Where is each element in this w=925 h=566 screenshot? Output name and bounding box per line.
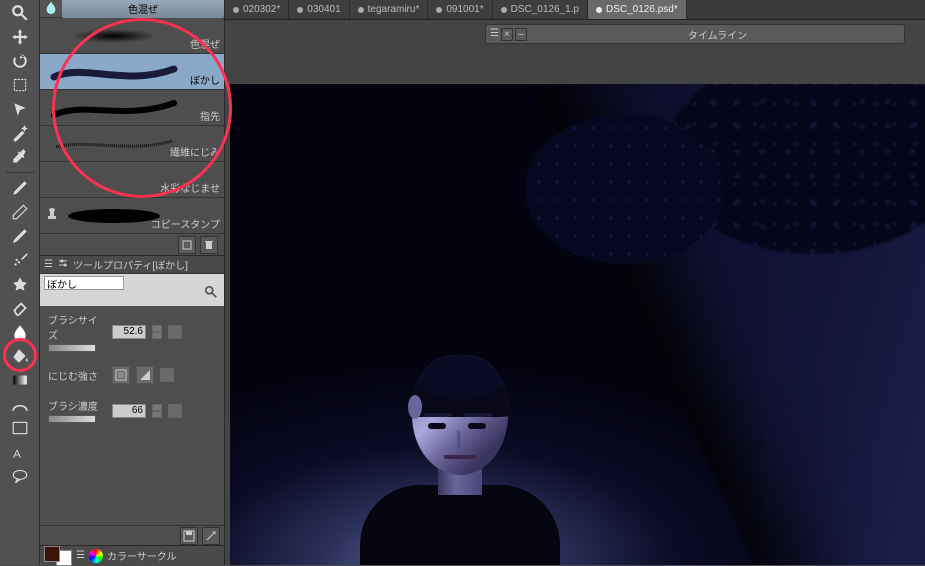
- main-toolbar: A: [0, 0, 40, 565]
- blur-option-1-icon[interactable]: [112, 366, 130, 384]
- pen-tool-icon[interactable]: [6, 177, 34, 199]
- brush-label: 指先: [200, 108, 220, 123]
- blur-strength-row: にじむ強さ: [48, 366, 216, 384]
- brush-density-stepper[interactable]: [152, 404, 162, 418]
- save-preset-button[interactable]: [180, 527, 198, 545]
- brush-density-label: ブラシ濃度: [48, 398, 106, 413]
- wand-tool-icon[interactable]: [6, 122, 34, 144]
- brush-list: 色混ぜ ぼかし 指先 繊維にじみ 水彩なじませ コピースタンプ: [40, 18, 224, 234]
- color-wheel-icon: [89, 549, 103, 563]
- stamp-icon: [44, 206, 60, 225]
- brush-density-link-icon[interactable]: [168, 404, 182, 418]
- text-tool-icon[interactable]: A: [6, 441, 34, 463]
- brush-finger[interactable]: 指先: [40, 90, 224, 126]
- brush-size-link-icon[interactable]: [168, 325, 182, 339]
- rotate-tool-icon[interactable]: [6, 50, 34, 72]
- brush-label: ぼかし: [190, 72, 220, 87]
- brush-size-row: ブラシサイズ 52.6: [48, 312, 216, 352]
- brush-blur[interactable]: ぼかし: [40, 54, 224, 90]
- eyedropper-tool-icon[interactable]: [6, 146, 34, 168]
- brush-label: コピースタンプ: [151, 216, 220, 231]
- settings-button[interactable]: [202, 527, 220, 545]
- blur-option-2-icon[interactable]: [136, 366, 154, 384]
- brush-watercolor-blend[interactable]: 水彩なじませ: [40, 162, 224, 198]
- brush-tool-icon[interactable]: [6, 225, 34, 247]
- brush-size-value[interactable]: 52.6: [112, 325, 146, 339]
- canvas[interactable]: [230, 84, 925, 565]
- close-icon[interactable]: ×: [501, 28, 513, 41]
- main-area: 020302* 030401 tegaramiru* 091001* DSC_0…: [225, 0, 925, 565]
- tab-tegaramiru[interactable]: tegaramiru*: [350, 0, 429, 19]
- tool-property-footer: [40, 525, 224, 545]
- timeline-panel-header[interactable]: ☰ × – タイムライン: [485, 24, 905, 44]
- tab-091001[interactable]: 091001*: [428, 0, 492, 19]
- document-tabs: 020302* 030401 tegaramiru* 091001* DSC_0…: [225, 0, 925, 20]
- search-icon[interactable]: [204, 285, 218, 302]
- canvas-image: [230, 84, 925, 565]
- balloon-tool-icon[interactable]: [6, 465, 34, 487]
- tool-property-name-input[interactable]: [44, 276, 124, 290]
- menu-icon[interactable]: ☰: [490, 28, 499, 41]
- blend-tool-icon[interactable]: [6, 321, 34, 343]
- brush-label: 水彩なじませ: [160, 180, 220, 195]
- brush-label: 繊維にじみ: [170, 144, 220, 159]
- tab-030401[interactable]: 030401: [289, 0, 349, 19]
- tab-dsc0126-psd[interactable]: DSC_0126.psd*: [588, 0, 687, 19]
- sub-panels: 色混ぜ 色混ぜ ぼかし 指先 繊維にじみ 水彩なじませ コピースタンプ: [40, 0, 225, 565]
- tool-property-title: ツールプロパティ[ぼかし]: [73, 257, 188, 272]
- fill-tool-icon[interactable]: [6, 345, 34, 367]
- blur-strength-label: にじむ強さ: [48, 368, 106, 383]
- eraser-tool-icon[interactable]: [6, 297, 34, 319]
- tool-property-body: ブラシサイズ 52.6 にじむ強さ ブラシ濃度 66: [40, 306, 224, 429]
- color-panel-title: カラーサークル: [107, 548, 177, 563]
- airbrush-tool-icon[interactable]: [6, 249, 34, 271]
- zoom-tool-icon[interactable]: [6, 2, 34, 24]
- decoration-tool-icon[interactable]: [6, 273, 34, 295]
- subtool-header: 色混ぜ: [40, 0, 224, 18]
- tab-020302[interactable]: 020302*: [225, 0, 289, 19]
- brush-label: 色混ぜ: [190, 36, 220, 51]
- minimize-icon[interactable]: –: [515, 28, 527, 41]
- brush-density-row: ブラシ濃度 66: [48, 398, 216, 423]
- lasso-tool-icon[interactable]: [6, 98, 34, 120]
- select-tool-icon[interactable]: [6, 74, 34, 96]
- timeline-title: タイムライン: [531, 27, 904, 42]
- blend-tab[interactable]: 色混ぜ: [62, 0, 224, 18]
- tool-property-name-row: [40, 274, 224, 306]
- brush-size-stepper[interactable]: [152, 325, 162, 339]
- brush-density-slider[interactable]: [48, 415, 96, 423]
- move-tool-icon[interactable]: [6, 26, 34, 48]
- color-swatches[interactable]: [44, 546, 72, 566]
- brush-size-label: ブラシサイズ: [48, 312, 106, 342]
- blur-strength-link-icon[interactable]: [160, 368, 174, 382]
- frame-tool-icon[interactable]: [6, 417, 34, 439]
- brush-list-footer: [40, 234, 224, 256]
- pencil-tool-icon[interactable]: [6, 201, 34, 223]
- brush-density-value[interactable]: 66: [112, 404, 146, 418]
- color-panel-header: ☰ カラーサークル: [40, 545, 224, 565]
- droplet-icon: [44, 0, 58, 17]
- figure-tool-icon[interactable]: [6, 393, 34, 415]
- svg-text:A: A: [13, 449, 21, 461]
- slider-icon: [57, 257, 69, 272]
- new-brush-button[interactable]: [178, 236, 196, 254]
- brush-size-slider[interactable]: [48, 344, 96, 352]
- brush-color-blend[interactable]: 色混ぜ: [40, 18, 224, 54]
- menu-icon[interactable]: ☰: [44, 259, 53, 270]
- brush-fiber-bleed[interactable]: 繊維にじみ: [40, 126, 224, 162]
- tab-dsc0126-1[interactable]: DSC_0126_1.p: [493, 0, 588, 19]
- menu-icon[interactable]: ☰: [76, 550, 85, 561]
- tool-property-header[interactable]: ☰ ツールプロパティ[ぼかし]: [40, 256, 224, 274]
- brush-copy-stamp[interactable]: コピースタンプ: [40, 198, 224, 234]
- delete-brush-button[interactable]: [200, 236, 218, 254]
- gradient-tool-icon[interactable]: [6, 369, 34, 391]
